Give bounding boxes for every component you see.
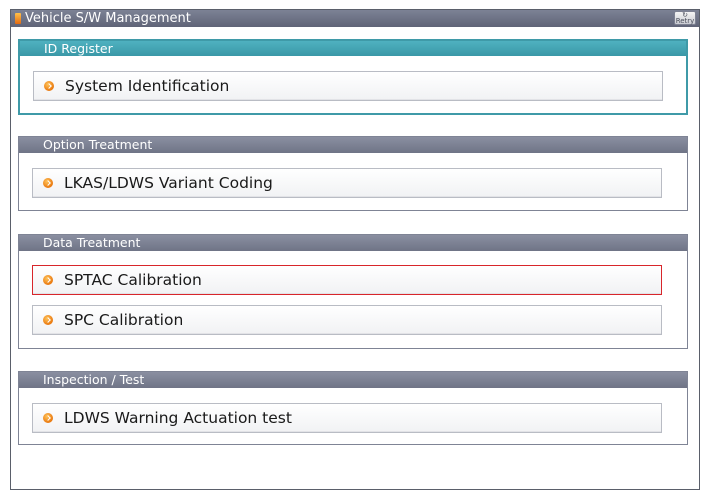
group-header: Option Treatment bbox=[19, 137, 687, 153]
menu-item-sptac-calibration[interactable]: SPTAC Calibration bbox=[32, 265, 662, 295]
menu-item-label: SPC Calibration bbox=[64, 311, 184, 329]
vehicle-sw-management-window: Vehicle S/W Management ↻ Retry ID Regist… bbox=[10, 9, 700, 490]
retry-button[interactable]: ↻ Retry bbox=[674, 11, 696, 25]
menu-item-label: LDWS Warning Actuation test bbox=[64, 409, 292, 427]
menu-item-label: LKAS/LDWS Variant Coding bbox=[64, 174, 273, 192]
menu-item-system-identification[interactable]: System Identification bbox=[33, 71, 663, 101]
menu-item-spc-calibration[interactable]: SPC Calibration bbox=[32, 305, 662, 335]
group-inspection-test: Inspection / Test LDWS Warning Actuation… bbox=[18, 371, 688, 445]
arrow-bullet-icon bbox=[43, 413, 53, 423]
window-titlebar: Vehicle S/W Management ↻ Retry bbox=[11, 10, 699, 27]
group-option-treatment: Option Treatment LKAS/LDWS Variant Codin… bbox=[18, 136, 688, 211]
menu-item-ldws-warning-actuation-test[interactable]: LDWS Warning Actuation test bbox=[32, 403, 662, 433]
group-data-treatment: Data Treatment SPTAC Calibration SPC Cal… bbox=[18, 234, 688, 349]
group-header: ID Register bbox=[20, 41, 686, 56]
arrow-bullet-icon bbox=[43, 275, 53, 285]
menu-item-label: System Identification bbox=[65, 77, 230, 95]
group-id-register: ID Register System Identification bbox=[18, 39, 688, 115]
arrow-bullet-icon bbox=[44, 81, 54, 91]
app-icon bbox=[15, 13, 21, 24]
menu-item-lkas-ldws-variant-coding[interactable]: LKAS/LDWS Variant Coding bbox=[32, 168, 662, 198]
group-header: Inspection / Test bbox=[19, 372, 687, 388]
group-header: Data Treatment bbox=[19, 235, 687, 251]
arrow-bullet-icon bbox=[43, 315, 53, 325]
menu-item-label: SPTAC Calibration bbox=[64, 271, 202, 289]
retry-label: Retry bbox=[675, 17, 695, 25]
arrow-bullet-icon bbox=[43, 178, 53, 188]
window-title: Vehicle S/W Management bbox=[25, 11, 191, 26]
